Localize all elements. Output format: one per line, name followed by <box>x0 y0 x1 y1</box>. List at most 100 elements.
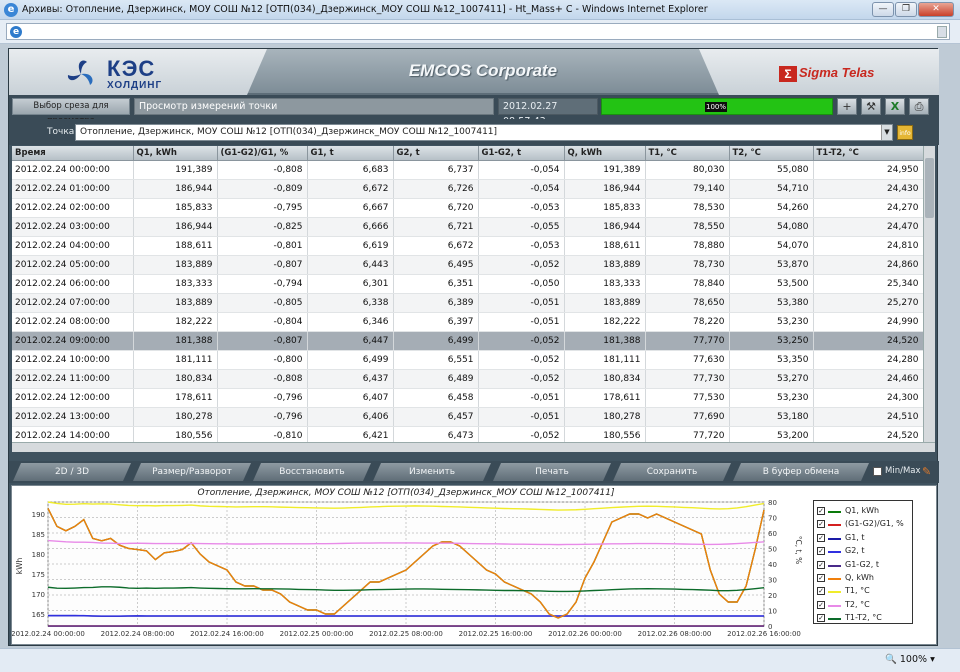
close-button[interactable]: ✕ <box>918 2 954 17</box>
table-row[interactable]: 2012.02.24 14:00:00 180,556 -0,810 6,421 6,4… <box>12 426 923 442</box>
legend-checkbox[interactable]: ✓ <box>817 614 825 623</box>
point-select[interactable]: Отопление, Дзержинск, МОУ СОШ №12 [ОТП(0… <box>75 124 893 141</box>
table-cell: 24,300 <box>813 388 923 408</box>
column-header[interactable]: T1, °C <box>645 146 730 161</box>
scroll-icon[interactable] <box>937 26 947 38</box>
legend-checkbox[interactable]: ✓ <box>817 587 825 596</box>
table-row[interactable]: 2012.02.24 11:00:00 180,834 -0,808 6,437 6,4… <box>12 369 923 389</box>
restore-button[interactable]: ❐ <box>895 2 917 17</box>
point-bar: Точка Отопление, Дзержинск, МОУ СОШ №12 … <box>9 119 939 145</box>
legend-item[interactable]: ✓ Q, kWh <box>817 572 913 585</box>
scroll-thumb[interactable] <box>925 158 934 218</box>
table-cell: 2012.02.24 06:00:00 <box>12 274 134 294</box>
table-cell: 77,630 <box>645 350 730 370</box>
zoom-level[interactable]: 🔍 100% ▾ <box>885 654 935 665</box>
chevron-down-icon[interactable]: ▼ <box>881 125 892 140</box>
table-row[interactable]: 2012.02.24 10:00:00 181,111 -0,800 6,499 6,5… <box>12 350 923 370</box>
table-horizontal-scrollbar[interactable] <box>12 442 935 452</box>
table-row[interactable]: 2012.02.24 13:00:00 180,278 -0,796 6,406 6,4… <box>12 407 923 427</box>
legend-checkbox[interactable]: ✓ <box>817 520 825 529</box>
legend-checkbox[interactable]: ✓ <box>817 600 825 609</box>
table-row[interactable]: 2012.02.24 09:00:00 181,388 -0,807 6,447 6,4… <box>12 331 923 351</box>
table-row[interactable]: 2012.02.24 03:00:00 186,944 -0,825 6,666 6,7… <box>12 217 923 237</box>
table-row[interactable]: 2012.02.24 06:00:00 183,333 -0,794 6,301 6,3… <box>12 274 923 294</box>
table-cell: 6,489 <box>393 369 479 389</box>
table-cell: 6,457 <box>393 407 479 427</box>
y-right-tick-label: 60 <box>768 530 777 538</box>
address-field[interactable]: e <box>6 23 950 40</box>
legend-item[interactable]: ✓ T2, °C <box>817 599 913 612</box>
table-row[interactable]: 2012.02.24 08:00:00 182,222 -0,804 6,346 6,3… <box>12 312 923 332</box>
column-header[interactable]: Q1, kWh <box>133 146 218 161</box>
table-cell: 6,437 <box>307 369 394 389</box>
app-header: КЭС ХОЛДИНГ EMCOS Corporate Σ Sigma Telas <box>9 49 939 95</box>
table-cell: 180,556 <box>564 426 646 442</box>
column-header[interactable]: Q, kWh <box>564 146 646 161</box>
minmax-checkbox[interactable] <box>873 467 882 476</box>
excel-icon[interactable]: X <box>885 98 905 115</box>
table-row[interactable]: 2012.02.24 02:00:00 185,833 -0,795 6,667 6,7… <box>12 198 923 218</box>
tools-icon[interactable]: ⚒ <box>861 98 881 115</box>
legend-checkbox[interactable]: ✓ <box>817 574 825 582</box>
copy-clipboard-button[interactable]: В буфер обмена <box>733 463 869 481</box>
legend-checkbox[interactable]: ✓ <box>817 507 825 515</box>
column-header[interactable]: (G1-G2)/G1, % <box>217 146 308 161</box>
table-cell: 78,650 <box>645 293 730 313</box>
print-icon[interactable]: ⎙ <box>909 98 929 115</box>
product-band: EMCOS Corporate <box>247 49 719 95</box>
table-vertical-scrollbar[interactable] <box>923 146 935 442</box>
column-header[interactable]: T1-T2, °C <box>813 146 923 161</box>
table-row[interactable]: 2012.02.24 05:00:00 183,889 -0,807 6,443 6,4… <box>12 255 923 275</box>
add-icon[interactable]: + <box>837 98 857 115</box>
table-cell: 2012.02.24 14:00:00 <box>12 426 134 442</box>
table-row[interactable]: 2012.02.24 12:00:00 178,611 -0,796 6,407 6,4… <box>12 388 923 408</box>
table-cell: 6,351 <box>393 274 479 294</box>
table-cell: 55,080 <box>729 160 814 180</box>
info-icon[interactable]: info <box>897 125 913 140</box>
table-cell: 6,421 <box>307 426 394 442</box>
table-cell: -0,805 <box>217 293 308 313</box>
window-title: Архивы: Отопление, Дзержинск, МОУ СОШ №1… <box>22 4 708 15</box>
legend-checkbox[interactable]: ✓ <box>817 533 825 542</box>
legend-item[interactable]: ✓ (G1-G2)/G1, % <box>817 518 913 531</box>
legend-checkbox[interactable]: ✓ <box>817 560 825 569</box>
table-cell: 77,690 <box>645 407 730 427</box>
legend-item[interactable]: ✓ T1, °C <box>817 585 913 598</box>
table-row[interactable]: 2012.02.24 07:00:00 183,889 -0,805 6,338 6,3… <box>12 293 923 313</box>
toggle-2d3d-button[interactable]: 2D / 3D <box>13 463 131 481</box>
legend-swatch <box>828 591 841 594</box>
select-slice-button[interactable]: Выбор среза для просмотра <box>12 98 130 126</box>
column-header[interactable]: T2, °C <box>729 146 814 161</box>
table-header-row: Время Q1, kWh (G1-G2)/G1, % G1, t G2, t G1-G2… <box>12 146 923 161</box>
table-cell: 6,407 <box>307 388 394 408</box>
column-header[interactable]: Время <box>12 146 134 161</box>
legend-item[interactable]: ✓ Q1, kWh <box>817 505 913 518</box>
table-row[interactable]: 2012.02.24 04:00:00 188,611 -0,801 6,619 6,6… <box>12 236 923 256</box>
table-cell: -0,051 <box>478 312 565 332</box>
legend-checkbox[interactable]: ✓ <box>817 547 825 556</box>
legend-item[interactable]: ✓ G2, t <box>817 545 913 558</box>
legend-item[interactable]: ✓ T1-T2, °C <box>817 612 913 625</box>
table-cell: 6,495 <box>393 255 479 275</box>
column-header[interactable]: G2, t <box>393 146 479 161</box>
table-cell: 6,499 <box>307 350 394 370</box>
resize-button[interactable]: Размер/Разворот <box>133 463 251 481</box>
column-header[interactable]: G1, t <box>307 146 394 161</box>
table-row[interactable]: 2012.02.24 01:00:00 186,944 -0,809 6,672 6,7… <box>12 179 923 199</box>
edit-button[interactable]: Изменить <box>373 463 491 481</box>
legend-item[interactable]: ✓ G1-G2, t <box>817 559 913 572</box>
print-button[interactable]: Печать <box>493 463 611 481</box>
column-header[interactable]: G1-G2, t <box>478 146 565 161</box>
pen-icon[interactable]: ✎ <box>922 465 931 478</box>
table-cell: 24,990 <box>813 312 923 332</box>
table-cell: 6,672 <box>393 236 479 256</box>
table-row[interactable]: 2012.02.24 00:00:00 191,389 -0,808 6,683 6,7… <box>12 160 923 180</box>
minimize-button[interactable]: — <box>872 2 894 17</box>
table-cell: -0,053 <box>478 198 565 218</box>
data-table-container: Время Q1, kWh (G1-G2)/G1, % G1, t G2, t G1-G2… <box>12 146 923 442</box>
restore-chart-button[interactable]: Восстановить <box>253 463 371 481</box>
table-cell: 79,140 <box>645 179 730 199</box>
legend-item[interactable]: ✓ G1, t <box>817 532 913 545</box>
save-button[interactable]: Сохранить <box>613 463 731 481</box>
legend-swatch <box>828 578 841 580</box>
